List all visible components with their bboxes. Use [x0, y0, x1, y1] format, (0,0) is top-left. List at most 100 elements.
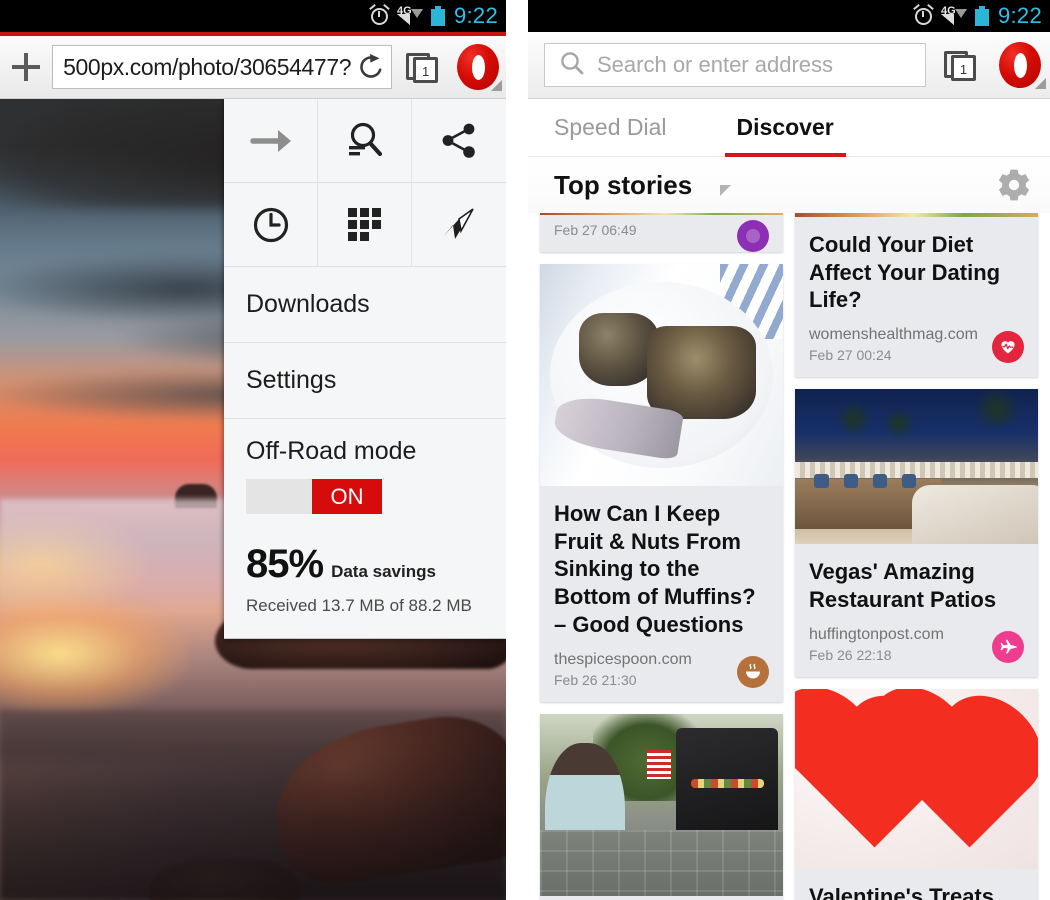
- menu-icon-grid: [224, 99, 506, 267]
- tabs-icon: 1: [944, 48, 978, 82]
- card-date: Feb 26 21:30: [554, 671, 637, 688]
- off-road-mode-section: Off-Road mode ON 85% Data savings Receiv…: [224, 419, 506, 638]
- battery-icon: [974, 6, 989, 26]
- airplane-icon: [992, 630, 1024, 663]
- forward-icon: [248, 121, 294, 161]
- opera-menu-panel: Downloads Settings Off-Road mode ON 85% …: [224, 99, 506, 639]
- discover-feed[interactable]: Feb 27 06:49 How Can I Keep Fruit & Nuts…: [528, 213, 1050, 900]
- heartbeat-icon: [992, 331, 1024, 364]
- card-meta: thespicespoon.com Feb 26 21:30: [540, 645, 783, 702]
- menu-item-downloads-label: Downloads: [246, 290, 370, 318]
- list-item[interactable]: How Can I Keep Fruit & Nuts From Sinking…: [540, 264, 783, 702]
- signal-4g-icon: 4G: [940, 5, 968, 26]
- toggle-state-label: ON: [312, 479, 382, 514]
- tab-speed-dial-label: Speed Dial: [554, 114, 667, 140]
- toggle-track: [246, 479, 312, 514]
- tab-discover[interactable]: Discover: [724, 99, 846, 157]
- data-savings-row: 85% Data savings: [246, 542, 484, 587]
- menu-corner-indicator: [491, 79, 502, 91]
- browser-toolbar-left: 500px.com/photo/30654477? 1: [0, 36, 506, 99]
- list-item[interactable]: Feb 27 06:49: [540, 213, 783, 252]
- reload-icon[interactable]: [357, 53, 385, 81]
- browser-toolbar-right: Search or enter address 1: [528, 32, 1050, 99]
- card-image: [795, 688, 1038, 869]
- list-item[interactable]: Vegas' Amazing Restaurant Patios huffing…: [795, 389, 1038, 677]
- signal-4g-icon: 4G: [396, 5, 424, 26]
- feed-column-right: Could Your Diet Affect Your Dating Life?…: [795, 213, 1038, 900]
- list-item[interactable]: Valentine's Treats: [795, 688, 1038, 900]
- address-bar[interactable]: 500px.com/photo/30654477?: [52, 45, 393, 89]
- tab-count-label: 1: [421, 64, 430, 79]
- card-date: Feb 26 22:18: [809, 646, 892, 663]
- alarm-clock-icon: [369, 3, 390, 26]
- opera-menu-button[interactable]: [990, 34, 1050, 97]
- card-image: [540, 264, 783, 486]
- speed-dial-icon: [347, 207, 382, 242]
- menu-item-settings[interactable]: Settings: [224, 343, 506, 419]
- menu-history-button[interactable]: [224, 183, 318, 267]
- plus-icon: [12, 53, 41, 81]
- home-tabstrip: Speed Dial Discover: [528, 99, 1050, 157]
- card-title: Pack Up the Grill: We've: [540, 896, 783, 900]
- tab-switcher-button[interactable]: 1: [932, 34, 990, 97]
- menu-share-button[interactable]: [412, 99, 506, 183]
- card-title: Valentine's Treats: [809, 883, 994, 900]
- discover-icon: [439, 205, 479, 245]
- new-tab-button[interactable]: [0, 36, 52, 99]
- alarm-clock-icon: [913, 3, 934, 26]
- find-in-page-icon: [344, 120, 386, 162]
- screenshot-root: 4G 9:22 500px.com/photo/30654477? 1 Down…: [0, 0, 1050, 900]
- left-phone-screen: 4G 9:22 500px.com/photo/30654477? 1 Down…: [0, 0, 506, 900]
- discover-section-header: Top stories: [528, 157, 1050, 213]
- share-icon: [439, 121, 479, 161]
- caret-down-icon[interactable]: [720, 184, 732, 196]
- tab-discover-label: Discover: [736, 114, 834, 140]
- card-title: How Can I Keep Fruit & Nuts From Sinking…: [554, 501, 756, 637]
- gear-icon[interactable]: [996, 167, 1032, 203]
- status-icons-left: 4G: [369, 3, 445, 26]
- status-clock-right: 9:22: [997, 3, 1042, 28]
- data-savings-label: Data savings: [331, 562, 436, 581]
- card-title: Vegas' Amazing Restaurant Patios: [809, 559, 997, 612]
- purple-badge: [737, 220, 769, 252]
- section-title: Top stories: [554, 169, 693, 200]
- data-savings-percent: 85%: [246, 542, 324, 586]
- card-meta: womenshealthmag.com Feb 27 00:24: [795, 320, 1038, 377]
- card-image: [540, 713, 783, 896]
- off-road-toggle[interactable]: ON: [246, 479, 382, 514]
- card-source: huffingtonpost.com: [809, 625, 944, 643]
- card-date: Feb 27 00:24: [809, 347, 892, 364]
- menu-forward-button[interactable]: [224, 99, 318, 183]
- bowl-icon: [737, 655, 769, 688]
- menu-corner-indicator: [1035, 77, 1046, 89]
- right-phone-screen: 4G 9:22 Search or enter address 1 Speed …: [528, 0, 1050, 900]
- card-image: [795, 213, 1038, 217]
- list-item[interactable]: Could Your Diet Affect Your Dating Life?…: [795, 213, 1038, 378]
- battery-icon: [430, 6, 445, 26]
- card-source: womenshealthmag.com: [809, 326, 978, 344]
- list-item[interactable]: Pack Up the Grill: We've: [540, 713, 783, 900]
- status-clock-left: 9:22: [453, 3, 498, 28]
- search-input[interactable]: Search or enter address: [544, 43, 926, 87]
- address-bar-value: 500px.com/photo/30654477?: [63, 53, 352, 80]
- opera-menu-button[interactable]: [450, 36, 506, 99]
- card-meta: huffingtonpost.com Feb 26 22:18: [795, 620, 1038, 677]
- menu-item-downloads[interactable]: Downloads: [224, 267, 506, 343]
- tab-speed-dial[interactable]: Speed Dial: [554, 99, 667, 157]
- card-image: [795, 389, 1038, 545]
- menu-item-settings-label: Settings: [246, 366, 337, 394]
- card-source: thespicespoon.com: [554, 650, 692, 668]
- menu-discover-button[interactable]: [412, 183, 506, 267]
- menu-speed-dial-button[interactable]: [318, 183, 412, 267]
- card-date: Feb 27 06:49: [554, 222, 637, 238]
- off-road-title: Off-Road mode: [246, 437, 417, 465]
- page-content-photo: Downloads Settings Off-Road mode ON 85% …: [0, 99, 506, 900]
- tab-count-label: 1: [959, 62, 968, 77]
- search-placeholder: Search or enter address: [597, 52, 834, 77]
- card-title: Could Your Diet Affect Your Dating Life?: [809, 232, 1001, 313]
- menu-find-in-page-button[interactable]: [318, 99, 412, 183]
- status-bar-left: 4G 9:22: [0, 0, 506, 32]
- search-icon: [559, 50, 585, 81]
- status-icons-right: 4G: [913, 3, 989, 26]
- tab-switcher-button[interactable]: 1: [396, 36, 450, 99]
